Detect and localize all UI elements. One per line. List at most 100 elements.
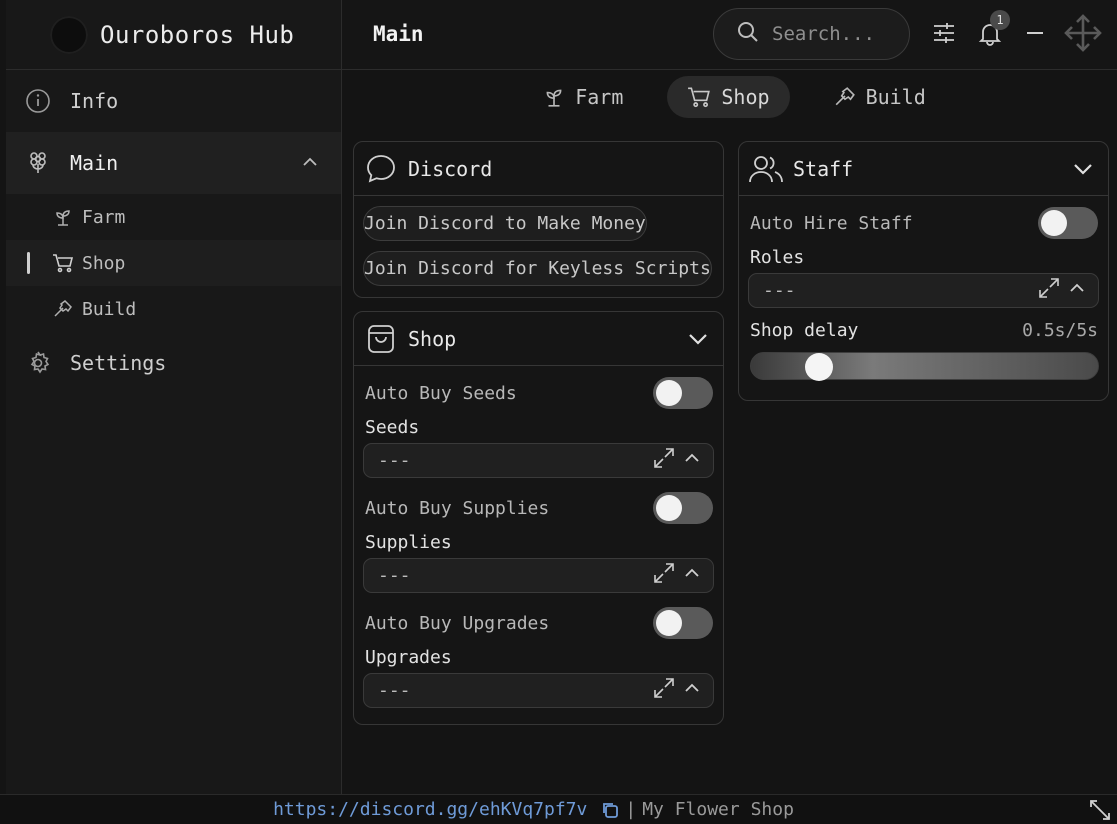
supplies-dropdown[interactable]: --- (363, 558, 714, 593)
sidebar: Ouroboros Hub Info Main Farm Shop Build … (6, 0, 342, 794)
footer: https://discord.gg/ehKVq7pf7v | My Flowe… (0, 794, 1117, 824)
expand-icon[interactable] (653, 447, 675, 474)
sprout-icon (52, 206, 74, 228)
toggle-label: Auto Hire Staff (750, 212, 913, 234)
page-title: Main (373, 22, 424, 46)
users-icon (749, 152, 783, 186)
shop-delay-slider[interactable] (750, 352, 1099, 381)
chevron-up-icon[interactable] (301, 152, 319, 176)
filter-sliders-icon[interactable] (928, 16, 960, 50)
sidebar-item-main[interactable]: Main (6, 132, 341, 194)
shop-panel: Shop Auto Buy Seeds Seeds --- Auto Buy S… (353, 311, 724, 725)
copy-icon[interactable] (601, 801, 619, 819)
resize-icon[interactable] (1089, 799, 1111, 824)
expand-icon[interactable] (653, 677, 675, 704)
chevron-up-icon[interactable] (683, 564, 701, 587)
move-icon[interactable] (1062, 12, 1104, 54)
sidebar-item-label: Main (70, 151, 119, 175)
staff-panel-title: Staff (793, 156, 854, 181)
sprout-icon (543, 86, 565, 108)
toggle-label: Auto Buy Supplies (365, 497, 550, 519)
join-discord-scripts-button[interactable]: Join Discord for Keyless Scripts (363, 251, 712, 286)
staff-panel-header[interactable]: Staff (739, 142, 1108, 196)
tab-build[interactable]: Build (814, 76, 946, 118)
topbar: Main 1 (342, 0, 1117, 70)
seeds-dropdown[interactable]: --- (363, 443, 714, 478)
active-marker (27, 252, 30, 274)
sidebar-subitem-label: Build (82, 298, 137, 320)
shopping-bag-icon (364, 322, 398, 356)
join-discord-money-button[interactable]: Join Discord to Make Money (363, 206, 647, 241)
shop-panel-header[interactable]: Shop (354, 312, 723, 366)
dropdown-value: --- (378, 450, 411, 471)
dropdown-value: --- (378, 565, 411, 586)
chevron-down-icon[interactable] (687, 328, 709, 354)
upgrades-label: Upgrades (365, 647, 452, 668)
tab-label: Farm (575, 85, 624, 109)
info-icon (24, 87, 52, 115)
seeds-label: Seeds (365, 417, 420, 438)
cart-icon (52, 252, 74, 274)
slider-thumb[interactable] (805, 353, 833, 381)
bell-icon[interactable]: 1 (974, 10, 1010, 50)
app-window: Ouroboros Hub Info Main Farm Shop Build … (0, 0, 1117, 824)
search-input[interactable] (772, 23, 892, 45)
sidebar-subitem-build[interactable]: Build (6, 286, 341, 332)
chevron-down-icon[interactable] (1072, 158, 1094, 184)
expand-icon[interactable] (653, 562, 675, 589)
auto-buy-upgrades-row: Auto Buy Upgrades (354, 603, 723, 643)
sidebar-nav: Info Main Farm Shop Build Settings (6, 70, 341, 394)
brand: Ouroboros Hub (6, 0, 341, 70)
auto-buy-seeds-toggle[interactable] (653, 377, 713, 409)
chevron-up-icon[interactable] (1068, 279, 1086, 302)
auto-hire-staff-toggle[interactable] (1038, 207, 1098, 239)
shop-delay-row: Shop delay 0.5s/5s (739, 316, 1108, 346)
search-box[interactable] (713, 8, 910, 60)
chat-bubble-icon (364, 152, 398, 186)
supplies-label: Supplies (365, 532, 452, 553)
sidebar-subitem-farm[interactable]: Farm (6, 194, 341, 240)
discord-link[interactable]: https://discord.gg/ehKVq7pf7v (273, 799, 587, 820)
toggle-label: Auto Buy Upgrades (365, 612, 550, 634)
app-title: Ouroboros Hub (100, 20, 295, 49)
gear-icon (24, 349, 52, 377)
sidebar-item-info[interactable]: Info (6, 70, 341, 132)
hammer-icon (834, 86, 856, 108)
auto-hire-staff-row: Auto Hire Staff (739, 203, 1108, 243)
minimize-icon[interactable] (1019, 16, 1051, 50)
sidebar-item-label: Info (70, 89, 119, 113)
roles-dropdown[interactable]: --- (748, 273, 1099, 308)
discord-panel: Discord Join Discord to Make Money Join … (353, 141, 724, 298)
tab-shop[interactable]: Shop (667, 76, 790, 118)
sidebar-subitem-label: Farm (82, 206, 126, 228)
auto-buy-upgrades-toggle[interactable] (653, 607, 713, 639)
sidebar-item-label: Settings (70, 351, 167, 375)
app-logo (50, 15, 88, 54)
sidebar-item-settings[interactable]: Settings (6, 332, 341, 394)
cart-icon (687, 86, 711, 108)
shop-panel-title: Shop (408, 326, 457, 351)
chevron-up-icon[interactable] (683, 679, 701, 702)
tab-bar: Farm Shop Build (342, 70, 1117, 124)
chevron-up-icon[interactable] (683, 449, 701, 472)
toggle-knob (656, 495, 682, 521)
tab-farm[interactable]: Farm (523, 76, 643, 118)
roles-label: Roles (750, 247, 805, 268)
upgrades-dropdown[interactable]: --- (363, 673, 714, 708)
sidebar-subitem-shop[interactable]: Shop (6, 240, 341, 286)
hammer-icon (52, 298, 74, 320)
discord-panel-title: Discord (408, 156, 493, 181)
footer-separator: | (625, 799, 637, 820)
auto-buy-supplies-row: Auto Buy Supplies (354, 488, 723, 528)
dropdown-value: --- (378, 680, 411, 701)
expand-icon[interactable] (1038, 277, 1060, 304)
auto-buy-supplies-toggle[interactable] (653, 492, 713, 524)
flower-icon (24, 149, 52, 177)
toggle-knob (656, 610, 682, 636)
toggle-knob (1041, 210, 1067, 236)
tab-label: Build (865, 85, 926, 109)
auto-buy-seeds-row: Auto Buy Seeds (354, 373, 723, 413)
slider-label: Shop delay (750, 320, 859, 341)
dropdown-value: --- (763, 280, 796, 301)
notification-badge: 1 (990, 10, 1010, 30)
